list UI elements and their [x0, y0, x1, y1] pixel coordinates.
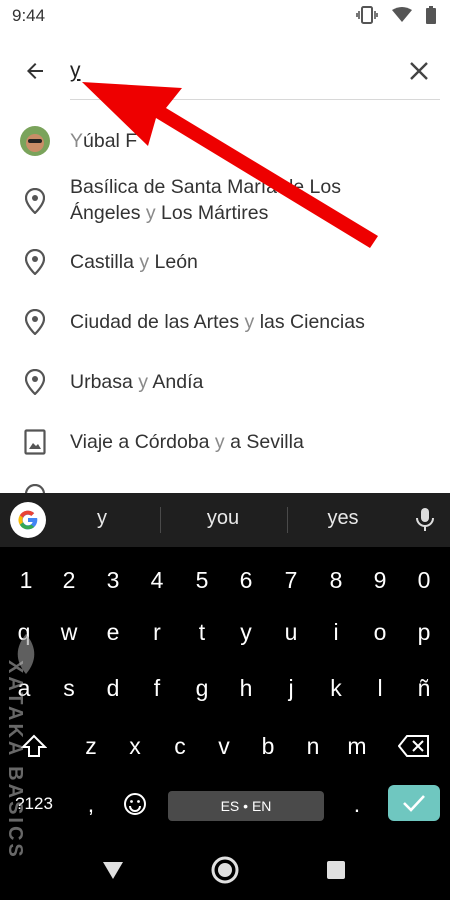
- key-o[interactable]: o: [358, 607, 402, 657]
- nav-back-button[interactable]: [95, 852, 131, 888]
- key-2[interactable]: 2: [47, 555, 91, 605]
- key-n[interactable]: n: [291, 721, 335, 771]
- enter-key[interactable]: [388, 785, 440, 821]
- keyboard-suggestion[interactable]: yes: [293, 507, 393, 530]
- nav-recents-button[interactable]: [318, 852, 354, 888]
- search-header: [0, 42, 450, 100]
- key-n-tilde[interactable]: ñ: [402, 663, 446, 713]
- key-9[interactable]: 9: [358, 555, 402, 605]
- suggestion-label: Basílica de Santa María de Los Ángeles y …: [70, 176, 341, 224]
- arrow-back-icon: [27, 63, 43, 79]
- key-4[interactable]: 4: [135, 555, 179, 605]
- nav-home-button[interactable]: [207, 852, 243, 888]
- key-c[interactable]: c: [158, 721, 202, 771]
- close-icon: [410, 62, 428, 80]
- google-logo-icon[interactable]: [10, 502, 46, 538]
- suggestion-place[interactable]: Urbasa y Andía: [0, 366, 450, 398]
- key-g[interactable]: g: [180, 663, 224, 713]
- keyboard-suggestion[interactable]: y: [52, 507, 152, 530]
- key-l[interactable]: l: [358, 663, 402, 713]
- emoji-key[interactable]: [113, 779, 157, 829]
- suggestion-label: Castilla y León: [70, 251, 198, 273]
- backspace-icon: [398, 735, 429, 757]
- emoji-icon: [124, 793, 146, 815]
- key-e[interactable]: e: [91, 607, 135, 657]
- location-pin-icon: [20, 307, 50, 337]
- key-z[interactable]: z: [69, 721, 113, 771]
- square-recents-icon: [327, 861, 345, 879]
- key-w[interactable]: w: [47, 607, 91, 657]
- backspace-key[interactable]: [392, 721, 436, 771]
- key-y[interactable]: y: [224, 607, 268, 657]
- search-input[interactable]: [70, 56, 390, 86]
- key-i[interactable]: i: [314, 607, 358, 657]
- key-k[interactable]: k: [314, 663, 358, 713]
- key-6[interactable]: 6: [224, 555, 268, 605]
- key-s[interactable]: s: [47, 663, 91, 713]
- circle-home-icon: [211, 856, 239, 884]
- suggestion-place[interactable]: Basílica de Santa María de Los Ángeles y …: [0, 172, 450, 228]
- keyboard-suggestion[interactable]: you: [173, 507, 273, 530]
- suggestion-label: Urbasa y Andía: [70, 371, 204, 393]
- key-h[interactable]: h: [224, 663, 268, 713]
- location-pin-icon: [20, 367, 50, 397]
- suggestion-album[interactable]: Viaje a Córdoba y a Sevilla: [0, 426, 450, 458]
- microphone-icon[interactable]: [414, 507, 436, 533]
- wifi-icon: [392, 7, 412, 28]
- key-8[interactable]: 8: [314, 555, 358, 605]
- clear-button[interactable]: [402, 54, 436, 88]
- key-x[interactable]: x: [113, 721, 157, 771]
- suggestion-place[interactable]: Ciudad de las Artes y las Ciencias: [0, 306, 450, 338]
- keyboard-suggestion-bar: y you yes: [0, 493, 450, 547]
- key-u[interactable]: u: [269, 607, 313, 657]
- battery-icon: [426, 6, 436, 29]
- comma-key[interactable]: ,: [69, 779, 113, 829]
- key-t[interactable]: t: [180, 607, 224, 657]
- suggestion-place[interactable]: Castilla y León: [0, 246, 450, 278]
- vibrate-icon: [356, 6, 378, 29]
- key-5[interactable]: 5: [180, 555, 224, 605]
- status-bar: 9:44: [0, 0, 450, 32]
- status-time: 9:44: [12, 6, 46, 25]
- key-3[interactable]: 3: [91, 555, 135, 605]
- space-key[interactable]: ES • EN: [168, 791, 324, 821]
- key-d[interactable]: d: [91, 663, 135, 713]
- suggestion-label: Ciudad de las Artes y las Ciencias: [70, 311, 365, 333]
- key-p[interactable]: p: [402, 607, 446, 657]
- key-7[interactable]: 7: [269, 555, 313, 605]
- key-j[interactable]: j: [269, 663, 313, 713]
- suggestion-label: Yúbal F: [70, 130, 138, 152]
- period-key[interactable]: .: [335, 779, 379, 829]
- avatar: [20, 126, 50, 156]
- keyboard: y you yes 1 2 3 4 5 6 7 8 9 0 q w e r t …: [0, 493, 450, 840]
- location-pin-icon: [20, 247, 50, 277]
- triangle-down-icon: [103, 862, 123, 879]
- key-m[interactable]: m: [335, 721, 379, 771]
- suggestion-divider: [160, 507, 161, 533]
- key-f[interactable]: f: [135, 663, 179, 713]
- checkmark-icon: [403, 795, 425, 812]
- search-underline: [70, 99, 440, 100]
- location-pin-icon: [20, 186, 50, 216]
- watermark-text: XATAKA BASICS: [4, 660, 26, 860]
- key-0[interactable]: 0: [402, 555, 446, 605]
- suggestion-label: Viaje a Córdoba y a Sevilla: [70, 431, 304, 453]
- key-r[interactable]: r: [135, 607, 179, 657]
- status-icons: [356, 6, 436, 29]
- key-v[interactable]: v: [202, 721, 246, 771]
- key-b[interactable]: b: [246, 721, 290, 771]
- suggestion-divider: [287, 507, 288, 533]
- photo-album-icon: [20, 427, 50, 457]
- key-1[interactable]: 1: [4, 555, 48, 605]
- back-button[interactable]: [18, 54, 52, 88]
- suggestion-contact[interactable]: Yúbal F: [0, 122, 450, 160]
- navigation-bar: [0, 840, 450, 900]
